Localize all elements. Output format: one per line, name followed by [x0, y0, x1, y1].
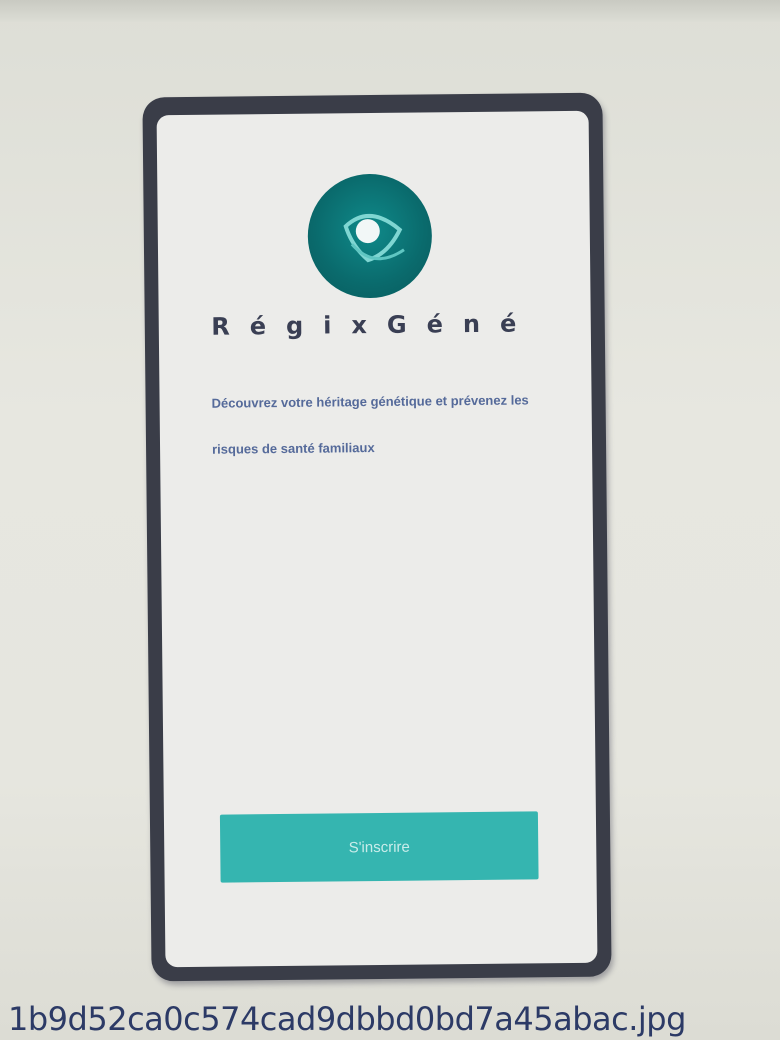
eye-icon — [343, 214, 405, 263]
photo-filename-caption: 1b9d52ca0c574cad9dbbd0bd7a45abac.jpg — [8, 1000, 686, 1038]
app-logo — [307, 173, 433, 299]
phone-mockup: RégixGéné Découvrez votre héritage génét… — [142, 92, 612, 982]
signup-button[interactable]: S'inscrire — [219, 811, 539, 883]
monitor-bezel — [0, 0, 780, 22]
photographed-monitor: RégixGéné Découvrez votre héritage génét… — [0, 0, 780, 1040]
welcome-tagline: Découvrez votre héritage génétique et pr… — [211, 392, 529, 457]
brand-name: RégixGéné — [211, 309, 537, 341]
app-welcome-screen: RégixGéné Découvrez votre héritage génét… — [156, 110, 598, 968]
